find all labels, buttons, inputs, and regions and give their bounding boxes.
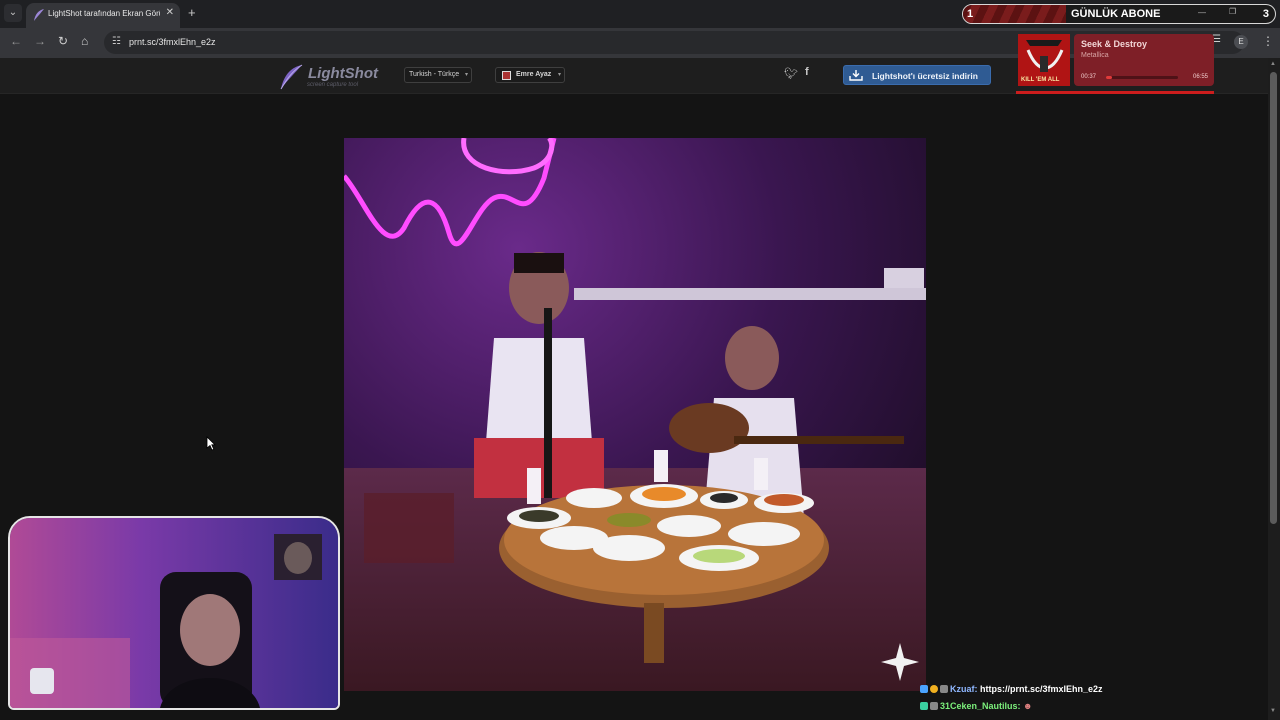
badge-icon [920,702,928,710]
chevron-down-icon: ▾ [464,72,468,78]
subscriber-goal-progress [963,5,1066,23]
profile-avatar[interactable]: E [1234,35,1248,49]
album-title: KILL 'EM ALL [1021,77,1060,83]
mouse-cursor-icon [206,436,216,451]
user-name: Emre Ayaz [516,71,552,78]
chevron-down-icon: ▾ [557,72,561,78]
download-label: Lightshot'ı ücretsiz indirin [872,71,978,81]
tab-title: LightShot tarafından Ekran Görüntüsü [48,9,160,18]
facebook-icon[interactable]: f [805,66,809,78]
track-info: Seek & Destroy Metallica 00:37 06:55 [1074,34,1214,86]
user-avatar [502,71,511,80]
scrollbar-thumb[interactable] [1270,72,1277,524]
twitter-icon[interactable]: 🐦︎ [784,67,798,80]
download-button[interactable]: Lightshot'ı ücretsiz indirin [843,65,991,85]
track-progress [1106,76,1178,79]
chat-username: Kzuaf: [950,684,978,694]
reload-icon[interactable]: ↻ [58,34,68,48]
restore-icon[interactable]: ❐ [1229,7,1236,16]
track-artist: Metallica [1081,52,1109,59]
lightshot-feather-icon [34,9,44,21]
browser-tab[interactable]: LightShot tarafından Ekran Görüntüsü ✕ [26,3,180,28]
emote-icon: ☻ [1023,701,1033,711]
chat-username: 31Ceken_Nautilus: [940,701,1021,711]
site-info-icon[interactable]: ☷ [112,36,121,47]
back-icon[interactable]: ← [10,34,22,48]
new-tab-button[interactable]: + [188,5,196,20]
track-accent-line [1016,91,1214,94]
badge-icon [940,685,948,693]
language-label: Turkish - Türkçe [409,71,460,78]
logo-title[interactable]: LightShot [308,65,378,82]
chat-text: https://prnt.sc/3fmxlEhn_e2z [980,684,1103,694]
screen: ⌄ LightShot tarafından Ekran Görüntüsü ✕… [0,0,1280,720]
close-tab-icon[interactable]: ✕ [166,7,174,18]
sub-goal-title: GÜNLÜK ABONE [1071,8,1161,20]
track-title: Seek & Destroy [1081,39,1148,49]
sub-goal-current: 1 [967,8,974,20]
sub-goal-target: 3 [1262,8,1269,20]
badge-icon [930,685,938,693]
chat-message: 31Ceken_Nautilus: ☻ [920,701,1260,718]
home-icon[interactable]: ⌂ [81,34,88,48]
forward-icon[interactable]: → [34,34,46,48]
screenshot-image[interactable] [344,138,926,691]
page-scrollbar[interactable]: ▲ ▼ [1268,58,1280,720]
chat-message: Kzuaf: https://prnt.sc/3fmxlEhn_e2z [920,684,1260,701]
chat-overlay: Kzuaf: https://prnt.sc/3fmxlEhn_e2z 31Ce… [920,684,1260,718]
lightshot-logo-icon[interactable] [280,64,304,90]
url-text: prnt.sc/3fmxlEhn_e2z [129,37,216,47]
track-current-time: 00:37 [1081,74,1097,80]
logo-subtitle: screen capture tool [307,82,359,88]
webcam-overlay [8,516,340,710]
badge-icon [920,685,928,693]
download-icon [849,70,863,81]
language-select[interactable]: Turkish - Türkçe ▾ [404,67,472,83]
now-playing-widget: KILL 'EM ALL Seek & Destroy Metallica 00… [1016,34,1214,94]
album-cover: KILL 'EM ALL [1018,34,1070,86]
track-progress-fill [1106,76,1113,79]
minimize-icon[interactable]: — [1198,8,1206,17]
track-total-time: 06:55 [1192,74,1208,80]
tab-search-icon[interactable]: ⌄ [4,4,22,22]
browser-menu-icon[interactable]: ⋮ [1262,34,1274,48]
scroll-down-icon[interactable]: ▼ [1270,708,1276,714]
scroll-up-icon[interactable]: ▲ [1270,61,1276,67]
badge-icon [930,702,938,710]
user-menu[interactable]: Emre Ayaz ▾ [495,67,565,83]
